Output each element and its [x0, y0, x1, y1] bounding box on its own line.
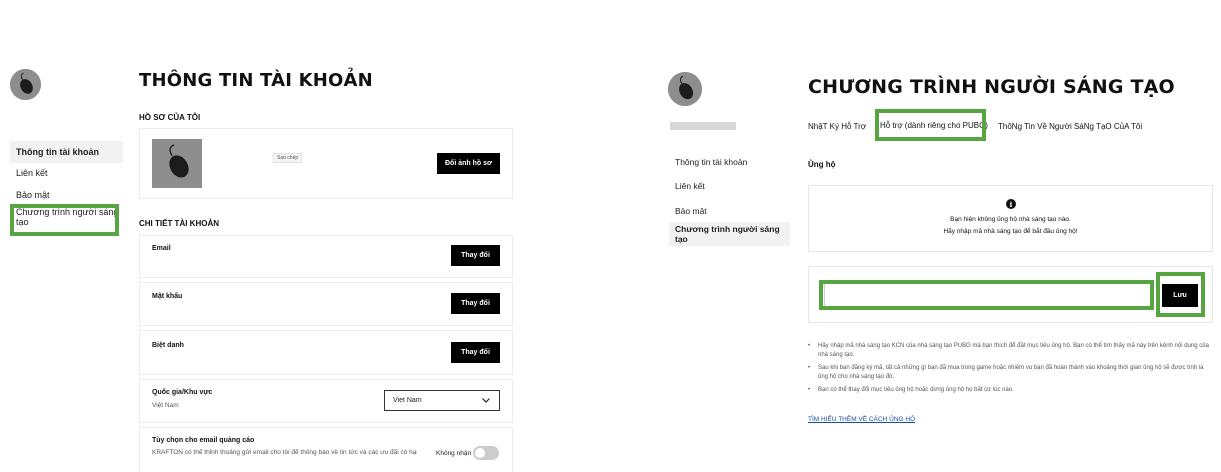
support-info-item: Sau khi bạn đăng ký mã, tất cả những gì …: [808, 364, 1213, 382]
change-password-button[interactable]: Thay đổi: [451, 293, 500, 314]
right-sidebar-item-creator-program[interactable]: Chương trình người sáng tạo: [669, 222, 790, 246]
sidebar-item-links[interactable]: Liên kết: [10, 164, 123, 182]
no-support-line2: Hãy nhập mã nhà sáng tạo để bắt đầu ủng …: [943, 228, 1078, 235]
right-sidebar-item-security[interactable]: Bảo mật: [669, 202, 790, 220]
sidebar-item-account-info[interactable]: Thông tin tài khoản: [10, 141, 123, 163]
copy-button[interactable]: Sao chép: [273, 153, 303, 163]
save-button[interactable]: Lưu: [1162, 284, 1198, 307]
right-avatar: [668, 72, 702, 106]
sidebar-avatar: [10, 69, 41, 100]
support-info-item: Bạn có thể thay đổi mục tiêu ủng hộ hoặc…: [808, 386, 1213, 395]
profile-section-label: HỒ SƠ CỦA TÔI: [139, 113, 201, 122]
support-info-item: Hãy nhập mã nhà sáng tạo KCN của nhà sán…: [808, 342, 1213, 360]
country-label: Quốc gia/Khu vực: [152, 389, 213, 396]
tab-my-creator-info[interactable]: ThôNg Tin Về Người SáNg TạO CủA Tôi: [998, 122, 1142, 131]
sidebar-item-creator-program[interactable]: Chương trình người sáng tạo: [10, 207, 123, 227]
change-email-button[interactable]: Thay đổi: [451, 245, 500, 266]
mouse-avatar-icon: [10, 69, 41, 100]
chevron-down-icon: [482, 398, 490, 403]
change-nickname-button[interactable]: Thay đổi: [451, 342, 500, 363]
page-title: THÔNG TIN TÀI KHOẢN: [139, 70, 373, 91]
nickname-label: Biệt danh: [152, 342, 184, 349]
learn-more-link[interactable]: TÌM HIỂU THÊM VỀ CÁCH ỦNG HỘ: [808, 416, 915, 423]
info-icon: i: [1006, 199, 1016, 209]
creator-code-input[interactable]: [824, 283, 1151, 307]
username-placeholder: [670, 122, 736, 130]
change-avatar-button[interactable]: Đổi ảnh hồ sơ: [437, 153, 500, 174]
password-label: Mật khẩu: [152, 293, 183, 300]
tab-support-pubg[interactable]: Hỗ trợ (dành riêng cho PUBG): [880, 121, 988, 130]
right-sidebar-item-account-info[interactable]: Thông tin tài khoản: [669, 153, 790, 171]
marketing-toggle-label: Không nhận: [436, 450, 472, 457]
details-section-label: CHI TIẾT TÀI KHOẢN: [139, 219, 219, 228]
marketing-toggle[interactable]: [473, 446, 499, 460]
marketing-label: Tùy chọn cho email quảng cáo: [152, 437, 255, 444]
no-support-line1: Bạn hiện không ủng hộ nhà sáng tạo nào.: [950, 216, 1071, 223]
sidebar-item-security[interactable]: Bảo mật: [10, 186, 123, 204]
marketing-desc: KRAFTON có thể thỉnh thoảng gửi email ch…: [152, 449, 417, 456]
creator-program-title: CHƯƠNG TRÌNH NGƯỜI SÁNG TẠO: [808, 76, 1175, 98]
tab-support-log[interactable]: NhậT Ký Hỗ Trợ: [808, 122, 866, 131]
mouse-avatar-icon: [668, 72, 702, 106]
mouse-avatar-icon: [152, 139, 202, 188]
support-info-list: Hãy nhập mã nhà sáng tạo KCN của nhà sán…: [808, 342, 1213, 399]
country-select[interactable]: Viet Nam: [384, 390, 500, 411]
right-sidebar-item-links[interactable]: Liên kết: [669, 177, 790, 195]
support-heading: Ủng hộ: [808, 160, 836, 169]
profile-image: [152, 139, 202, 188]
country-select-value: Viet Nam: [393, 397, 422, 404]
no-support-box: i Bạn hiện không ủng hộ nhà sáng tạo nào…: [808, 185, 1213, 252]
country-value: Việt Nam: [152, 402, 179, 409]
email-label: Email: [152, 245, 171, 252]
